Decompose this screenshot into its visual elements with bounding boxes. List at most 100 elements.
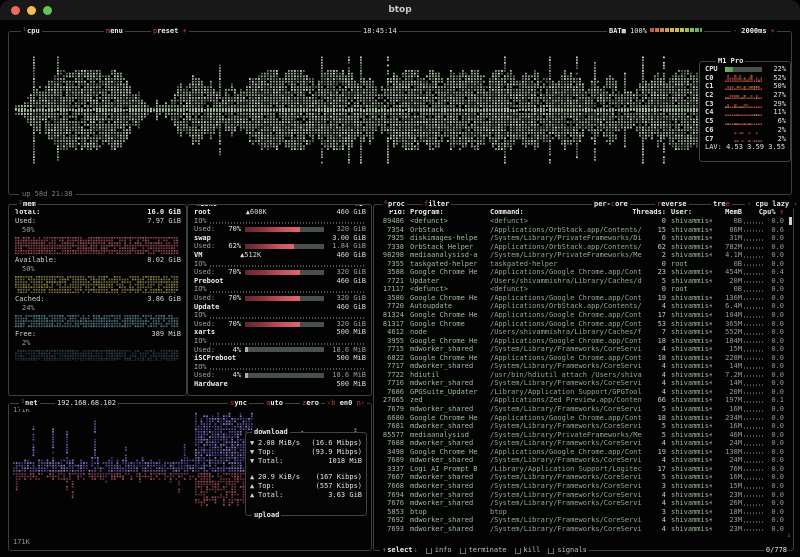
mem-stat-value: 3.86 GiB <box>147 295 181 304</box>
info-action[interactable]: info <box>435 546 452 555</box>
process-row[interactable]: 7338 OrbStack Helper /Applications/OrbSt… <box>378 243 790 252</box>
process-row[interactable]: 4612 node /Users/shivammishra/Library/Ca… <box>378 328 790 337</box>
io-mode-toggle[interactable]: io <box>353 204 365 209</box>
process-row[interactable]: 27665 zed /Applications/Zed Preview.app/… <box>378 396 790 405</box>
disk-size: 460 GiB <box>336 251 366 260</box>
process-row[interactable]: 3955 Google Chrome He /Applications/Goog… <box>378 337 790 346</box>
net-auto-toggle[interactable]: auto <box>264 399 285 408</box>
up-arrow-icon: ▲ <box>250 491 258 500</box>
process-mem-graph <box>742 388 766 397</box>
process-row[interactable]: 81317 Google Chrome /Applications/Google… <box>378 320 790 329</box>
menu-button[interactable]: menu <box>104 27 125 36</box>
disk-used-value: 18.6 MiB <box>328 346 366 355</box>
scrollbar-thumb[interactable] <box>789 217 792 225</box>
per-core-toggle[interactable]: per-core <box>592 200 630 209</box>
process-mem-graph <box>742 226 766 235</box>
process-mem-graph <box>742 422 766 431</box>
sort-selector[interactable]: ‹ cpu lazy › <box>745 200 800 209</box>
process-row[interactable]: 7686 GPGSuite_Updater /Library/Applicati… <box>378 388 790 397</box>
mem-box-title[interactable]: 2mem <box>17 200 38 210</box>
net-sync-toggle[interactable]: sync <box>228 399 249 408</box>
cpu-box: 1cpu menu preset + 18:45:14 BAT■ 100% - … <box>8 31 792 195</box>
col-program[interactable]: Program: <box>406 208 490 217</box>
terminate-action[interactable]: terminate <box>469 546 507 555</box>
process-row[interactable]: 7715 mdworker_shared /System/Library/Fra… <box>378 345 790 354</box>
process-row[interactable]: 7717 mdworker_shared /System/Library/Fra… <box>378 362 790 371</box>
cpu-model-title: M1 Pro <box>716 57 745 66</box>
process-row[interactable]: 85577 mediaanalysisd /System/Library/Pri… <box>378 431 790 440</box>
col-threads[interactable]: Threads: <box>624 208 666 217</box>
disk-name: xarts <box>194 328 215 337</box>
process-row[interactable]: 7689 mdworker_shared /System/Library/Fra… <box>378 456 790 465</box>
disk-entry: Preboot460 GiB IO% Used: 70% 320 GiB <box>194 277 366 303</box>
disk-size: 500 MiB <box>336 354 366 363</box>
process-row[interactable]: 89486 <defunct> <defunct> 0 shivammis+ 0… <box>378 217 790 226</box>
process-row[interactable]: 7679 mdworker_shared /System/Library/Fra… <box>378 405 790 414</box>
core-usage-graph <box>725 101 762 108</box>
select-up-icon[interactable]: ↑ <box>382 546 386 555</box>
disk-list: root▲608K460 GiB IO% Used: 70% 320 GiB s <box>194 208 366 388</box>
process-mem-graph <box>742 251 766 260</box>
process-row[interactable]: 7668 mdworker_shared /System/Library/Fra… <box>378 482 790 491</box>
process-row[interactable]: 7722 hdiutil /usr/bin/hdiutil attach /Us… <box>378 371 790 380</box>
col-user[interactable]: User: <box>666 208 712 217</box>
process-row[interactable]: 7693 mdworker_shared /System/Library/Fra… <box>378 525 790 534</box>
process-row[interactable]: 7720 Autoupdate /Applications/OrbStack.a… <box>378 302 790 311</box>
filter-button[interactable]: filter <box>422 200 451 209</box>
process-mem-graph <box>742 431 766 440</box>
disks-box-title[interactable]: disks <box>194 204 219 209</box>
process-row[interactable]: 3588 Google Chrome He /Applications/Goog… <box>378 268 790 277</box>
process-row[interactable]: 7688 mdworker_shared /System/Library/Fra… <box>378 439 790 448</box>
disk-used-value: 320 GiB <box>328 320 366 329</box>
reverse-toggle[interactable]: reverse <box>655 200 689 209</box>
process-mem-graph <box>742 439 766 448</box>
process-row[interactable]: 7355 taskgated-helper taskgated-helper 0… <box>378 260 790 269</box>
disk-entry: swap3.00 GiB Used: 62% 1.84 GiB <box>194 234 366 251</box>
disk-used-meter <box>245 347 324 352</box>
process-row[interactable]: 3580 Google Chrome He /Applications/Goog… <box>378 294 790 303</box>
process-mem-graph <box>742 345 766 354</box>
process-row[interactable]: 7667 mdworker_shared /System/Library/Fra… <box>378 473 790 482</box>
col-command[interactable]: Command: <box>490 208 624 217</box>
process-row[interactable]: 3337 Logi AI Prompt B /Library/Applicati… <box>378 465 790 474</box>
col-cpu[interactable]: Cpu% ↑ <box>756 208 784 217</box>
process-row[interactable]: 98298 mediaanalysisd-a /System/Library/P… <box>378 251 790 260</box>
btop-terminal: 1cpu menu preset + 18:45:14 BAT■ 100% - … <box>0 20 800 557</box>
process-row[interactable]: 6822 Google Chrome He /Applications/Goog… <box>378 354 790 363</box>
col-mem[interactable]: MemB <box>712 208 742 217</box>
select-down-icon[interactable]: ↓ <box>414 546 418 555</box>
disk-name: Hardware <box>194 380 228 389</box>
core-row: C7 2% <box>705 135 786 144</box>
process-row[interactable]: 7694 mdworker_shared /System/Library/Fra… <box>378 491 790 500</box>
scroll-down-icon[interactable]: ↓ <box>787 531 791 540</box>
process-mem-graph <box>742 405 766 414</box>
tree-toggle[interactable]: tree <box>711 200 732 209</box>
select-action[interactable]: select <box>387 546 412 555</box>
process-row[interactable]: 81324 Google Chrome He /Applications/Goo… <box>378 311 790 320</box>
net-zero-toggle[interactable]: zero <box>300 399 321 408</box>
process-row[interactable]: 6680 Google Chrome He /Applications/Goog… <box>378 414 790 423</box>
process-row[interactable]: 3498 Google Chrome He /Applications/Goog… <box>378 448 790 457</box>
process-mem-graph <box>742 456 766 465</box>
disk-io-graph <box>210 222 365 224</box>
process-row[interactable]: 7721 Updater /Users/shivammishra/Library… <box>378 277 790 286</box>
process-row[interactable]: 7354 OrbStack /Applications/OrbStack.app… <box>378 226 790 235</box>
process-row[interactable]: 7676 mdworker_shared /System/Library/Fra… <box>378 499 790 508</box>
disk-used-meter <box>245 296 324 301</box>
process-row[interactable]: 7925 diskimages-helpe /System/Library/Pr… <box>378 234 790 243</box>
kill-action[interactable]: kill <box>524 546 541 555</box>
process-row[interactable]: 7692 mdworker_shared /System/Library/Fra… <box>378 516 790 525</box>
disk-size: 500 MiB <box>336 380 366 389</box>
process-row[interactable]: 7681 mdworker_shared /System/Library/Fra… <box>378 422 790 431</box>
net-box-title[interactable]: 3net <box>19 399 40 409</box>
process-row[interactable]: 7716 mdworker_shared /System/Library/Fra… <box>378 379 790 388</box>
proc-footer: ↑ select ↓ info terminate kill signals <box>380 546 589 555</box>
interval-control[interactable]: - 2000ms + <box>731 27 777 36</box>
process-mem-graph <box>742 491 766 500</box>
signals-action[interactable]: signals <box>557 546 587 555</box>
net-interface-switch[interactable]: ‹b en0 n› <box>325 399 367 408</box>
process-row[interactable]: 5853 btop btop 3 shivammis+ 18M 0.0 <box>378 508 790 517</box>
preset-button[interactable]: preset + <box>151 27 189 36</box>
mem-usage-graph <box>15 275 179 293</box>
process-row[interactable]: 17117 <defunct> <defunct> 0 root 0B 0.0 <box>378 285 790 294</box>
